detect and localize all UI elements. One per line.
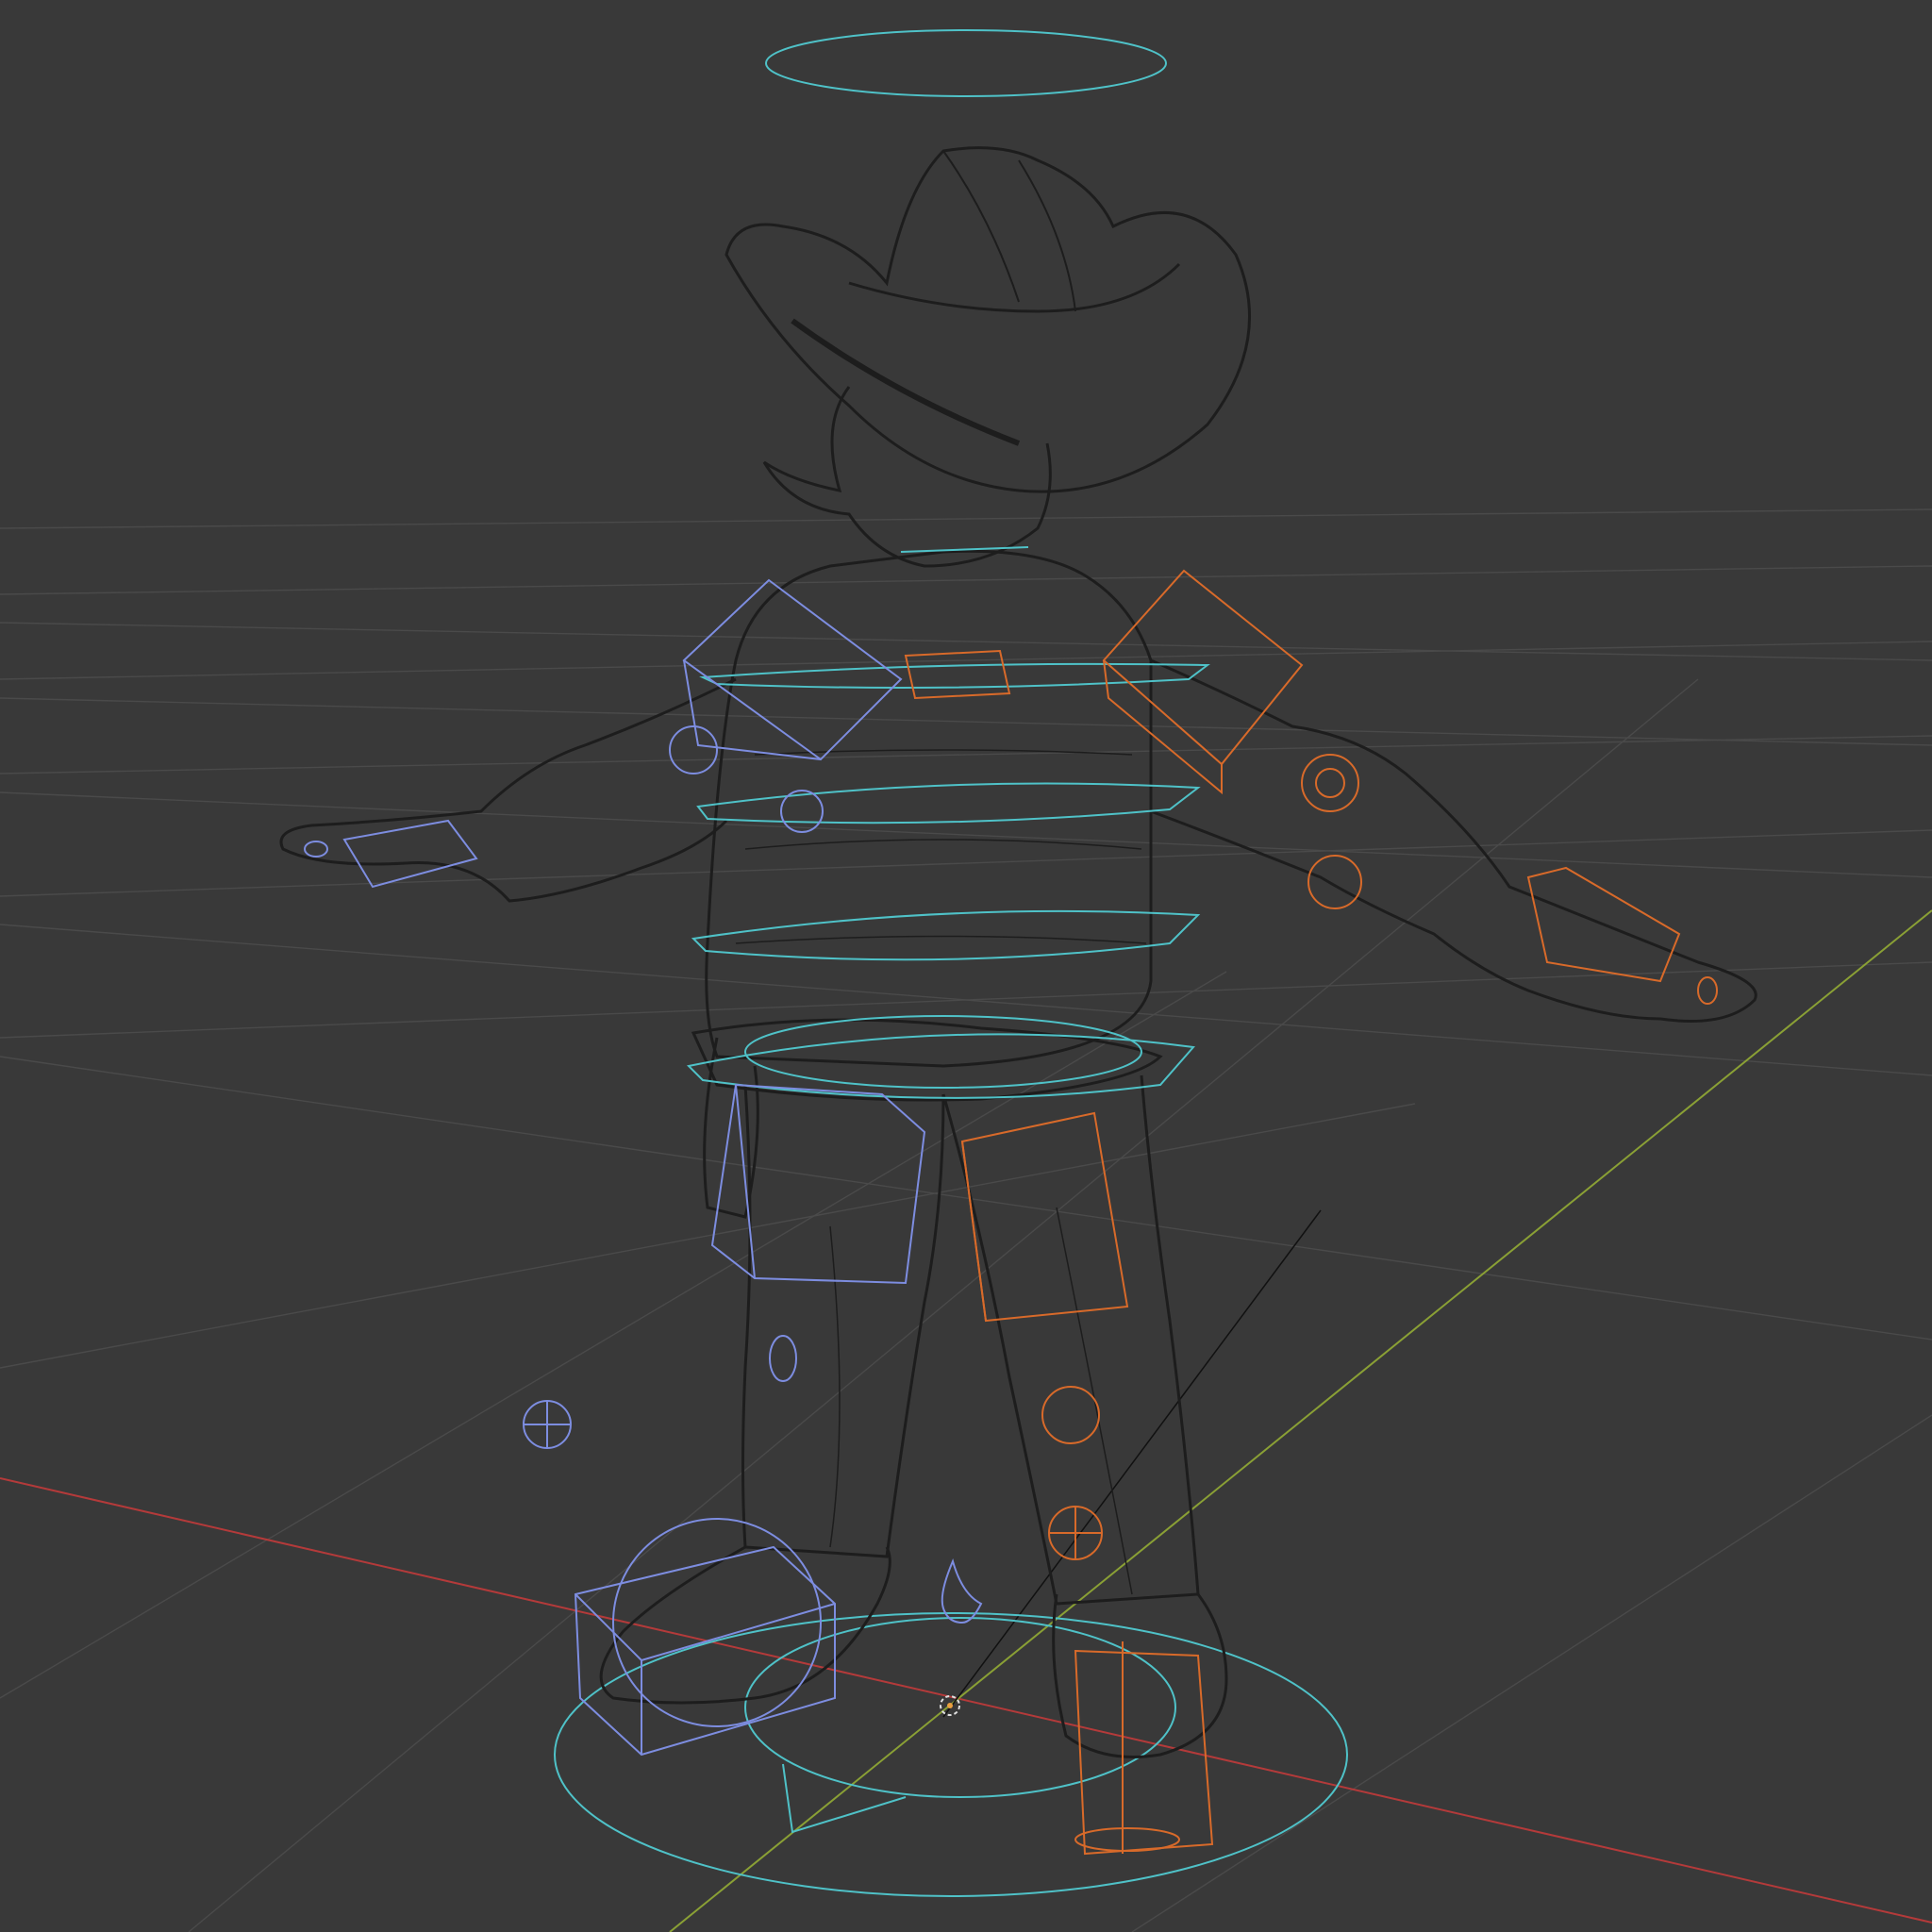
right-side-controls[interactable]	[904, 569, 1718, 1856]
camera-guide-line	[942, 1209, 1322, 1718]
viewport-canvas[interactable]	[0, 0, 1932, 1932]
character-mesh[interactable]	[279, 146, 1757, 1758]
3d-viewport[interactable]	[0, 0, 1932, 1932]
root-controls[interactable]	[554, 1612, 1348, 1897]
floor-grid	[0, 508, 1932, 1932]
x-axis-line	[0, 1477, 1932, 1924]
